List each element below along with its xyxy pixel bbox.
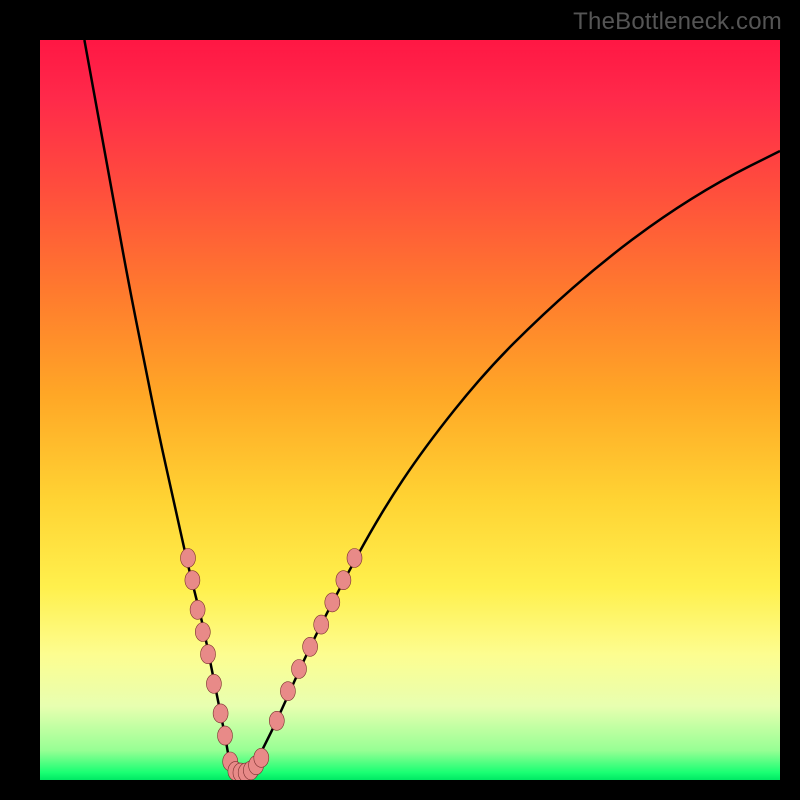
data-point <box>269 711 284 730</box>
data-point <box>325 593 340 612</box>
data-point <box>280 682 295 701</box>
bottleneck-curve <box>40 40 780 780</box>
data-point <box>303 637 318 656</box>
data-point <box>218 726 233 745</box>
data-point <box>185 571 200 590</box>
data-point <box>213 704 228 723</box>
data-point <box>254 748 269 767</box>
data-point <box>201 645 216 664</box>
data-point <box>206 674 221 693</box>
data-point <box>336 571 351 590</box>
data-point <box>181 549 196 568</box>
attribution-text: TheBottleneck.com <box>573 8 782 36</box>
data-point <box>190 600 205 619</box>
data-point <box>314 615 329 634</box>
data-point <box>195 623 210 642</box>
chart-frame: TheBottleneck.com <box>0 0 800 800</box>
data-point <box>292 660 307 679</box>
plot-area <box>40 40 780 780</box>
data-point <box>347 549 362 568</box>
